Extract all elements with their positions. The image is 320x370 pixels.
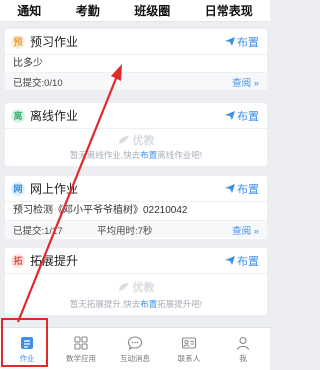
assign-online-button[interactable]: 布置	[225, 181, 259, 197]
card-header: 离 离线作业 布置	[5, 103, 267, 129]
view-online-link[interactable]: 查阅 »	[232, 223, 259, 237]
preview-badge-icon: 预	[11, 34, 25, 49]
youjiao-logo-icon	[118, 136, 129, 144]
offline-badge-icon: 离	[11, 108, 25, 123]
highlight-annotation-box	[1, 318, 48, 367]
apps-grid-icon	[74, 335, 88, 350]
nav-me[interactable]: 我	[218, 335, 268, 364]
nav-contacts[interactable]: 联系人	[164, 335, 214, 364]
expand-homework-card: 拓 拓展提升 布置 优教 暂无拓展提升,快去布置拓展提升吧!	[5, 248, 267, 315]
card-title: 预习作业	[30, 35, 79, 49]
card-header: 拓 拓展提升 布置	[5, 248, 267, 274]
online-homework-card: 网 网上作业 布置 预习检测《邓小平爷爷植树》02210042 已提交:1/17…	[5, 176, 267, 239]
tab-attendance[interactable]: 考勤	[76, 2, 100, 19]
assign-preview-button[interactable]: 布置	[225, 34, 259, 50]
empty-assign-link[interactable]: 布置	[140, 299, 157, 309]
online-badge-icon: 网	[11, 181, 25, 196]
view-preview-link[interactable]: 查阅 »	[232, 75, 259, 89]
empty-message: 暂无拓展提升,快去布置拓展提升吧!	[69, 299, 203, 309]
card-title: 拓展提升	[30, 254, 79, 268]
assign-offline-button[interactable]: 布置	[225, 108, 259, 124]
send-icon	[225, 184, 235, 193]
nav-messages[interactable]: 互动消息	[110, 335, 160, 364]
assign-label: 布置	[237, 110, 259, 123]
send-icon	[225, 111, 235, 120]
preview-homework-card: 预 预习作业 布置 比多少 已提交:0/10 查阅 »	[5, 29, 267, 90]
empty-state: 优教 暂无离线作业,快去布置离线作业吧!	[5, 129, 267, 166]
send-icon	[225, 37, 235, 46]
youjiao-logo-icon	[118, 283, 129, 291]
card-header: 网 网上作业 布置	[5, 176, 267, 202]
contact-card-icon	[181, 336, 197, 349]
assign-expand-button[interactable]: 布置	[225, 253, 259, 269]
expand-badge-icon: 拓	[11, 253, 25, 268]
homework-content: 预习检测《邓小平爷爷植树》02210042	[13, 205, 188, 216]
average-time: 平均用时:7秒	[97, 225, 153, 237]
card-header: 预 预习作业 布置	[5, 29, 267, 55]
submit-stats-row: 已提交:1/17 平均用时:7秒 查阅 »	[5, 220, 267, 238]
offline-homework-card: 离 离线作业 布置 优教 暂无离线作业,快去布置离线作业吧!	[5, 103, 267, 166]
tab-daily-performance[interactable]: 日常表现	[205, 2, 253, 19]
assign-label: 布置	[237, 255, 259, 268]
person-icon	[236, 336, 250, 350]
empty-assign-link[interactable]: 布置	[140, 150, 157, 160]
card-title: 网上作业	[30, 182, 79, 196]
assign-label: 布置	[237, 36, 259, 49]
submit-stats-row: 已提交:0/10 查阅 »	[5, 72, 267, 90]
send-icon	[225, 256, 235, 265]
assign-label: 布置	[237, 183, 259, 196]
youjiao-logo: 优教	[5, 132, 267, 148]
tab-class-circle[interactable]: 班级圈	[134, 2, 170, 19]
nav-label: 互动消息	[120, 353, 150, 363]
nav-math-apps[interactable]: 数学应用	[56, 335, 106, 364]
empty-message: 暂无离线作业,快去布置离线作业吧!	[69, 150, 203, 160]
submitted-count: 已提交:1/17	[13, 225, 63, 237]
top-tab-bar: 通知 考勤 班级圈 日常表现	[0, 0, 270, 22]
chat-bubble-icon	[127, 335, 143, 350]
empty-state: 优教 暂无拓展提升,快去布置拓展提升吧!	[5, 274, 267, 315]
nav-label: 我	[239, 353, 247, 363]
nav-label: 联系人	[177, 353, 201, 363]
card-title: 离线作业	[30, 109, 79, 123]
homework-content: 比多少	[13, 58, 43, 69]
tab-notice[interactable]: 通知	[17, 2, 41, 19]
submitted-count: 已提交:0/10	[13, 77, 63, 89]
nav-label: 数学应用	[66, 353, 96, 363]
youjiao-logo: 优教	[5, 279, 267, 295]
